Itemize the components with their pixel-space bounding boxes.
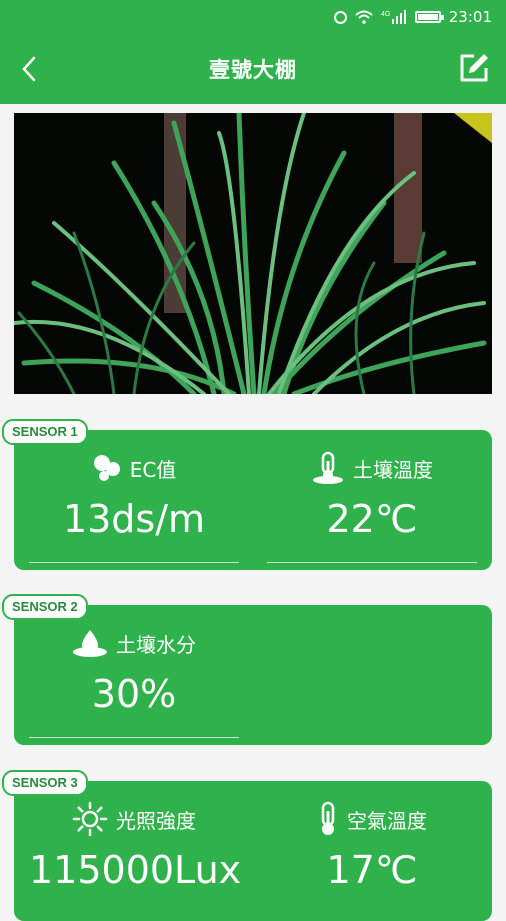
metric-value: 30% bbox=[91, 672, 177, 716]
alarm-icon bbox=[333, 10, 347, 24]
metric-value: 115000Lux bbox=[29, 848, 242, 892]
edit-button[interactable] bbox=[456, 50, 492, 86]
status-bar: 4G 23:01 bbox=[0, 0, 506, 34]
metric-air-temperature: 空氣溫度 17℃ bbox=[267, 801, 477, 892]
sensor-tag: SENSOR 1 bbox=[2, 419, 88, 445]
metric-soil-moisture: 土壤水分 30% bbox=[29, 627, 239, 738]
battery-level bbox=[417, 14, 438, 20]
metric-soil-temperature: 土壤溫度 22℃ bbox=[267, 451, 477, 563]
metric-label: 光照強度 bbox=[116, 808, 196, 833]
thermometer-icon bbox=[321, 801, 335, 835]
page-title: 壹號大棚 bbox=[209, 58, 297, 82]
metric-value: 22℃ bbox=[326, 497, 418, 541]
divider bbox=[267, 562, 477, 563]
app-bar: 壹號大棚 bbox=[0, 34, 506, 104]
metric-label: 土壤水分 bbox=[116, 632, 196, 657]
metric-value: 17℃ bbox=[326, 848, 418, 892]
sensor-card-1[interactable]: EC值 13ds/m 土壤溫度 22℃ bbox=[14, 430, 492, 570]
metric-label: 空氣溫度 bbox=[347, 808, 427, 833]
sensor-card-2[interactable]: 土壤水分 30% bbox=[14, 605, 492, 745]
metric-value: 13ds/m bbox=[62, 497, 206, 541]
svg-text:4G: 4G bbox=[381, 11, 390, 18]
ec-icon bbox=[93, 455, 120, 481]
sun-icon bbox=[72, 801, 108, 837]
divider bbox=[29, 737, 239, 738]
wifi-icon bbox=[355, 10, 373, 24]
metric-label: 土壤溫度 bbox=[353, 457, 433, 482]
signal-icon: 4G bbox=[381, 9, 407, 25]
metric-light-intensity: 光照強度 115000Lux bbox=[29, 801, 242, 892]
greenhouse-photo bbox=[14, 113, 492, 394]
soil-moisture-icon bbox=[73, 630, 107, 657]
divider bbox=[29, 562, 239, 563]
metric-label: EC值 bbox=[129, 457, 177, 482]
status-time: 23:01 bbox=[448, 8, 492, 26]
sensor-tag: SENSOR 2 bbox=[2, 594, 88, 620]
edit-icon bbox=[460, 54, 488, 82]
status-icons: 4G 23:01 bbox=[333, 8, 492, 26]
sensor-card-3[interactable]: 光照強度 115000Lux 空氣溫度 17℃ bbox=[14, 781, 492, 921]
soil-thermometer-icon bbox=[313, 451, 343, 484]
battery-icon bbox=[414, 11, 444, 23]
metric-ec: EC值 13ds/m bbox=[29, 452, 239, 563]
sensor-tag: SENSOR 3 bbox=[2, 770, 88, 796]
